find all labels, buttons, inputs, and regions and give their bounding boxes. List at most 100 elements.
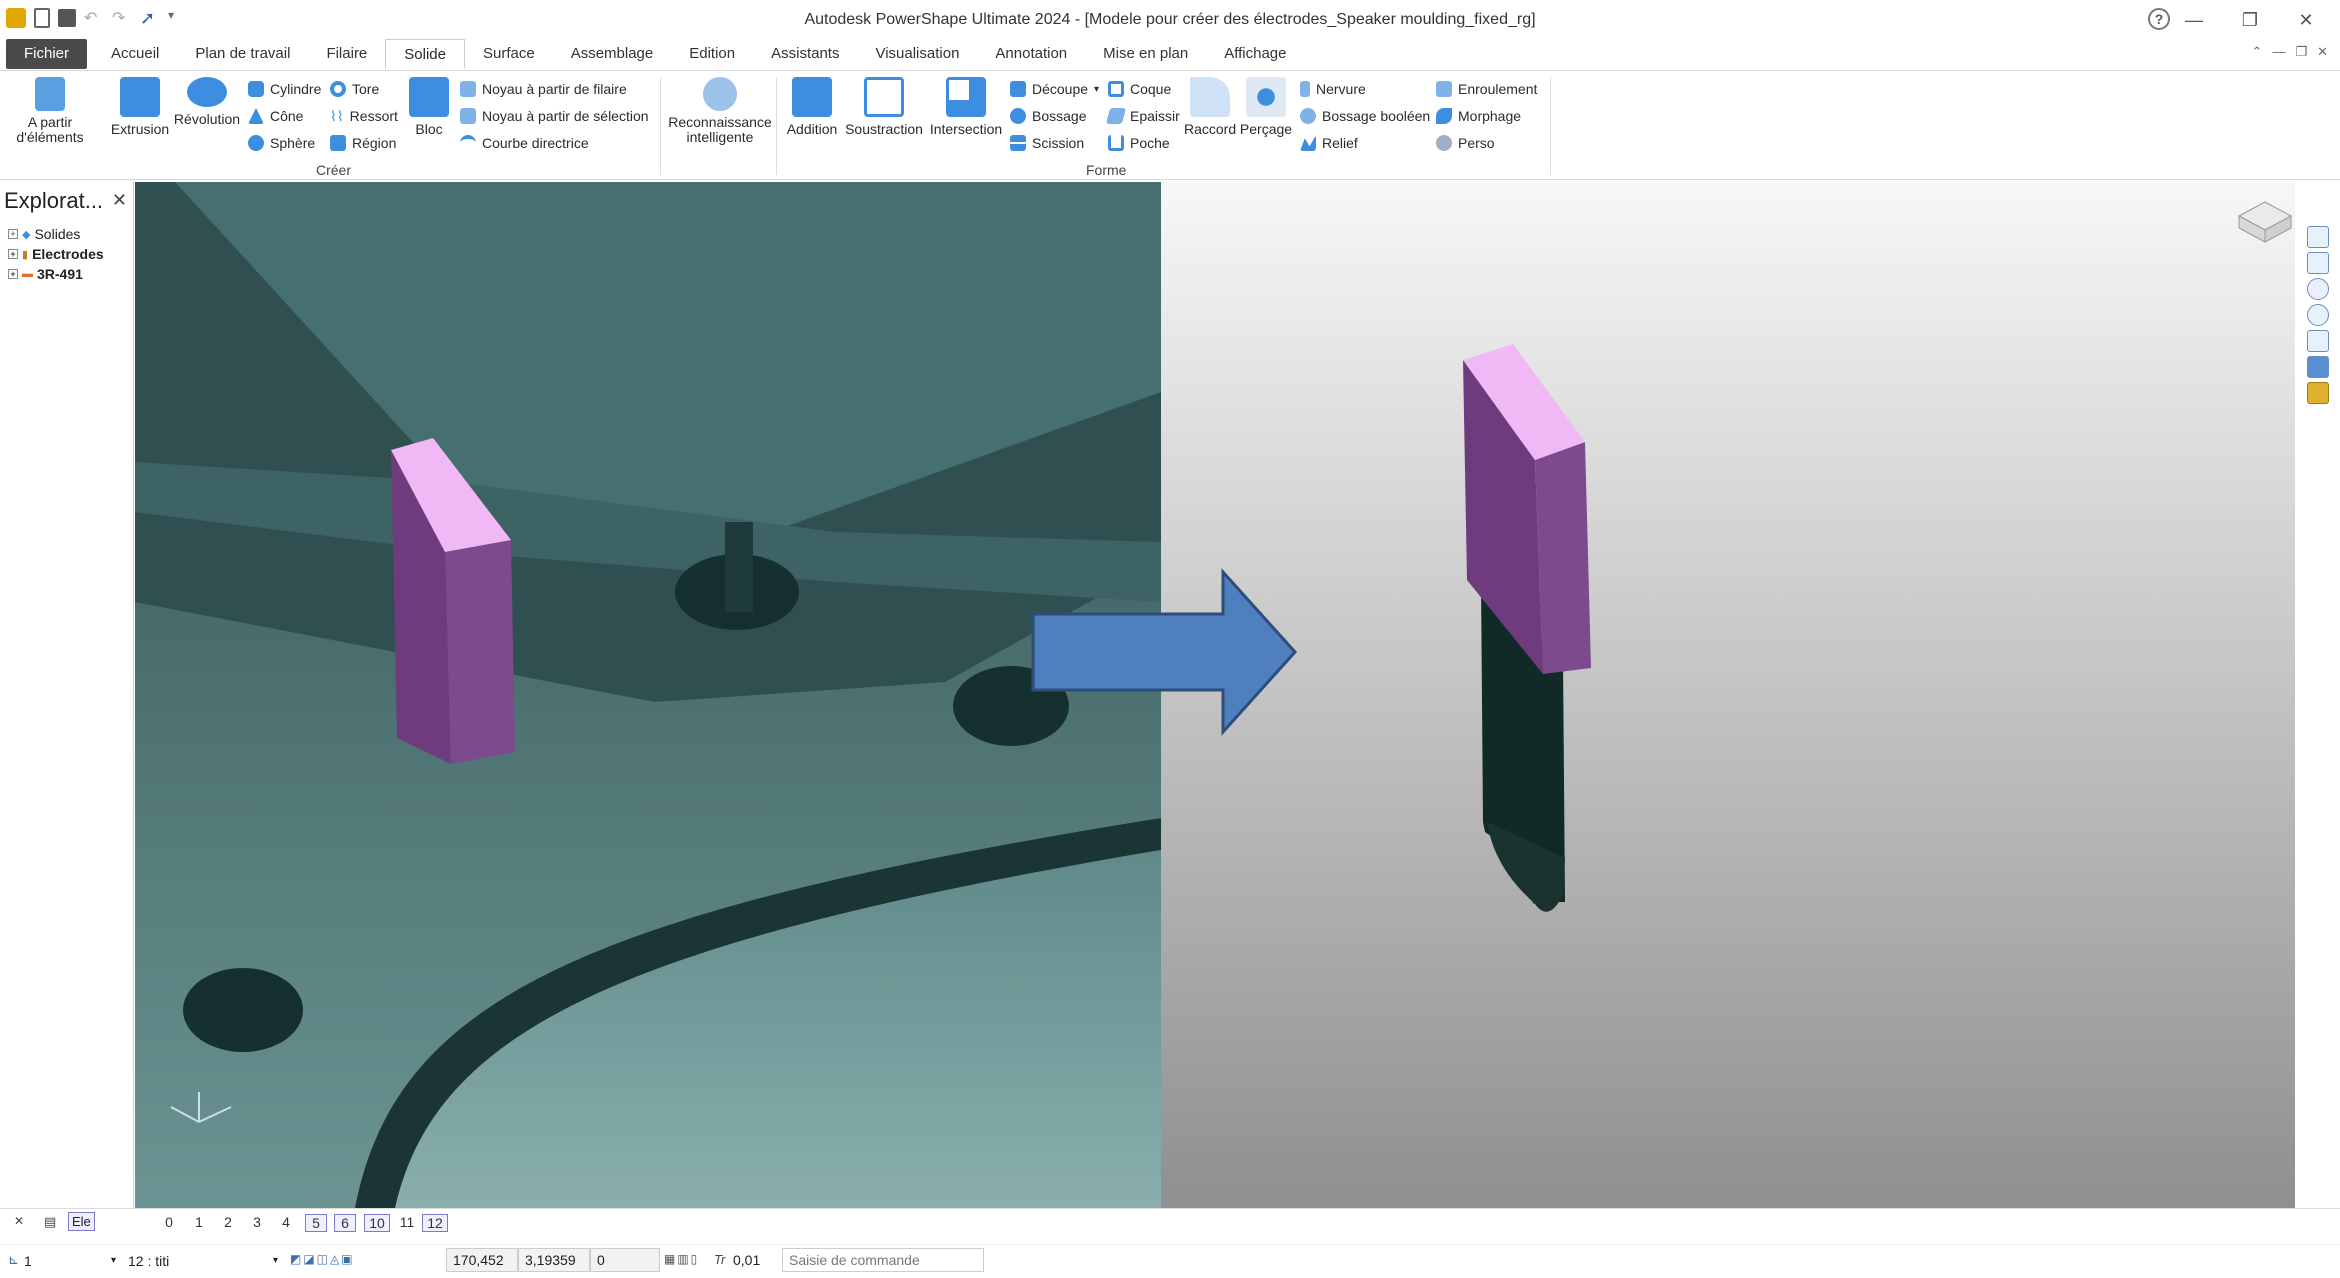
- command-input[interactable]: Saisie de commande: [782, 1248, 984, 1272]
- level-button-active[interactable]: 5: [305, 1214, 327, 1232]
- view-iso-icon[interactable]: [2306, 226, 2329, 248]
- level-button-active[interactable]: 12: [422, 1214, 448, 1232]
- revolution-icon: [187, 77, 227, 107]
- tab-assemblage[interactable]: Assemblage: [553, 39, 672, 69]
- pocket-icon: [1108, 135, 1124, 151]
- collapse-ribbon-icon[interactable]: ⌃: [2252, 44, 2263, 60]
- morphage-button[interactable]: Morphage: [1436, 108, 1521, 124]
- expand-icon[interactable]: +: [8, 249, 18, 259]
- level-button[interactable]: 1: [188, 1214, 210, 1232]
- level-button-active[interactable]: 10: [364, 1214, 390, 1232]
- tab-fichier[interactable]: Fichier: [6, 39, 88, 69]
- doc-restore-icon[interactable]: ❐: [2295, 44, 2307, 60]
- intersection-button[interactable]: Intersection: [926, 77, 1006, 137]
- material-icon[interactable]: [2306, 382, 2329, 404]
- sphere-button[interactable]: Sphère: [248, 135, 315, 151]
- shading-icon[interactable]: [2306, 356, 2329, 378]
- perso-button[interactable]: Perso: [1436, 135, 1495, 151]
- level-button[interactable]: 11: [394, 1214, 420, 1232]
- tab-solide[interactable]: Solide: [385, 39, 465, 69]
- nervure-button[interactable]: Nervure: [1300, 81, 1366, 97]
- scission-button[interactable]: Scission: [1010, 135, 1084, 151]
- coque-button[interactable]: Coque: [1108, 81, 1171, 97]
- morphage-label: Morphage: [1458, 108, 1522, 124]
- level-button[interactable]: 4: [275, 1214, 297, 1232]
- addition-button[interactable]: Addition: [780, 77, 844, 137]
- courbe-directrice-button[interactable]: Courbe directrice: [460, 135, 589, 151]
- tab-plan-de-travail[interactable]: Plan de travail: [177, 39, 308, 69]
- tab-assistants[interactable]: Assistants: [753, 39, 857, 69]
- noyau-selection-button[interactable]: Noyau à partir de sélection: [460, 108, 649, 124]
- cone-button[interactable]: Cône: [248, 108, 303, 124]
- bloc-button[interactable]: Bloc: [404, 77, 454, 137]
- soustraction-button[interactable]: Soustraction: [844, 77, 924, 137]
- levels-close-icon[interactable]: ✕: [14, 1214, 24, 1228]
- level-button-active[interactable]: 6: [334, 1214, 356, 1232]
- raccord-button[interactable]: Raccord: [1184, 77, 1236, 137]
- coord-z-field[interactable]: 0: [590, 1248, 660, 1272]
- snap-tools-icon[interactable]: ◩◪◫◬▣: [290, 1252, 355, 1266]
- close-icon[interactable]: ✕: [112, 190, 127, 211]
- workplane-select[interactable]: 1 ▾: [24, 1250, 118, 1272]
- tab-annotation[interactable]: Annotation: [977, 39, 1085, 69]
- noyau-filaire-button[interactable]: Noyau à partir de filaire: [460, 81, 627, 97]
- mould-hole-lower-left: [183, 968, 303, 1052]
- tab-visualisation[interactable]: Visualisation: [857, 39, 977, 69]
- zoom-icon[interactable]: [2306, 278, 2329, 300]
- bossage-button[interactable]: Bossage: [1010, 108, 1086, 124]
- revolution-button[interactable]: Révolution: [172, 77, 242, 127]
- coord-y-field[interactable]: 3,19359: [518, 1248, 590, 1272]
- poche-button[interactable]: Poche: [1108, 135, 1170, 151]
- doc-close-icon[interactable]: ✕: [2317, 44, 2328, 60]
- tolerance-field[interactable]: 0,01: [726, 1248, 782, 1272]
- zoom-window-icon[interactable]: [2306, 304, 2329, 326]
- level-button[interactable]: 2: [217, 1214, 239, 1232]
- levels-prefix[interactable]: Ele: [68, 1212, 95, 1231]
- coord-mode-icons[interactable]: ▦▥▯: [664, 1252, 699, 1266]
- window-title: Autodesk PowerShape Ultimate 2024 - [Mod…: [804, 11, 1536, 28]
- ribbon-tabs: Fichier Accueil Plan de travail Filaire …: [0, 38, 2340, 70]
- tree-item-solides[interactable]: + ◆ Solides: [8, 226, 80, 242]
- tolerance-icon: Tr: [714, 1252, 726, 1267]
- enroulement-button[interactable]: Enroulement: [1436, 81, 1537, 97]
- apartir-elements-button[interactable]: A partir d'éléments: [10, 77, 90, 145]
- noyau-selection-label: Noyau à partir de sélection: [482, 108, 649, 124]
- block-icon: [409, 77, 449, 117]
- restore-button[interactable]: ❐: [2222, 6, 2278, 34]
- levels-filter-icon[interactable]: ▤: [44, 1214, 56, 1230]
- reconnaissance-button[interactable]: Reconnaissance intelligente: [668, 77, 772, 145]
- close-window-button[interactable]: ✕: [2278, 6, 2334, 34]
- level-button[interactable]: 0: [158, 1214, 180, 1232]
- view-cube-small-icon[interactable]: [2306, 252, 2329, 274]
- cylindre-button[interactable]: Cylindre: [248, 81, 321, 97]
- tree-label: 3R-491: [37, 266, 83, 282]
- region-button[interactable]: Région: [330, 135, 396, 151]
- tree-item-3r491[interactable]: + ▬ 3R-491: [8, 266, 83, 282]
- tab-mise-en-plan[interactable]: Mise en plan: [1085, 39, 1206, 69]
- tab-affichage[interactable]: Affichage: [1206, 39, 1304, 69]
- tree-item-electrodes[interactable]: + ▮ Electrodes: [8, 246, 104, 262]
- epaissir-button[interactable]: Epaissir: [1105, 108, 1180, 124]
- decoupe-button[interactable]: Découpe ▾: [1010, 81, 1099, 97]
- coord-x-field[interactable]: 170,452: [446, 1248, 518, 1272]
- tab-edition[interactable]: Edition: [671, 39, 753, 69]
- decoupe-dropdown-icon[interactable]: ▾: [1094, 84, 1099, 95]
- expand-icon[interactable]: +: [8, 269, 18, 279]
- tore-button[interactable]: Tore: [330, 81, 379, 97]
- doc-minimize-icon[interactable]: —: [2272, 44, 2285, 60]
- ribbon-controls: ⌃ — ❐ ✕: [2252, 44, 2328, 60]
- tab-filaire[interactable]: Filaire: [308, 39, 385, 69]
- percage-button[interactable]: Perçage: [1238, 77, 1294, 137]
- level-select[interactable]: 12 : titi ▾: [128, 1250, 280, 1272]
- view-box-icon[interactable]: [2306, 330, 2329, 352]
- ressort-button[interactable]: ⌇⌇ Ressort: [330, 108, 398, 124]
- level-button[interactable]: 3: [246, 1214, 268, 1232]
- extrusion-button[interactable]: Extrusion: [108, 77, 172, 137]
- relief-button[interactable]: Relief: [1300, 135, 1358, 151]
- tab-surface[interactable]: Surface: [465, 39, 553, 69]
- graphics-viewport[interactable]: [135, 182, 2295, 1208]
- tab-accueil[interactable]: Accueil: [93, 39, 177, 69]
- bossage-booleen-button[interactable]: Bossage booléen: [1300, 108, 1430, 124]
- expand-icon[interactable]: +: [8, 229, 18, 239]
- minimize-button[interactable]: —: [2166, 6, 2222, 34]
